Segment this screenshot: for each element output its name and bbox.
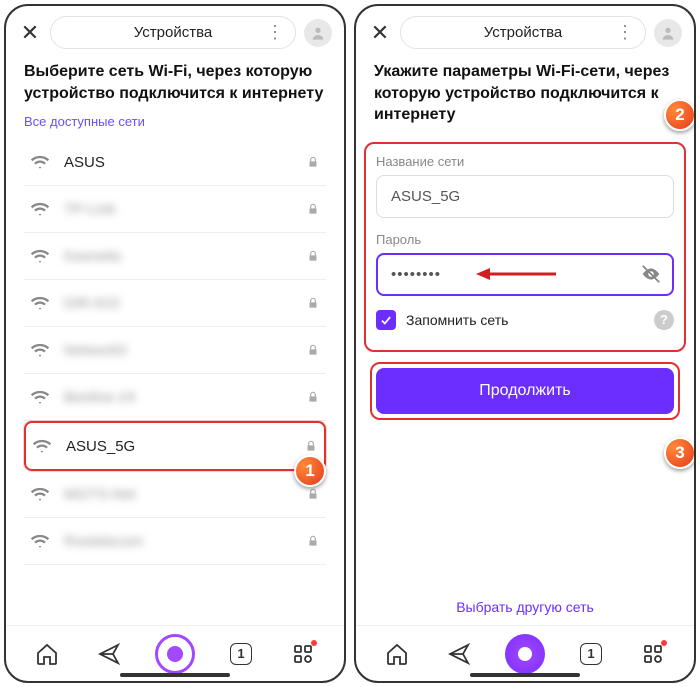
lock-icon [304,439,318,453]
password-input[interactable] [376,253,674,296]
content-area: Выберите сеть Wi-Fi, через которую устро… [6,57,344,625]
page-title: Устройства [134,24,212,41]
wifi-icon [30,293,50,313]
network-item[interactable]: TP-Link [24,186,326,233]
heading: Укажите параметры Wi-Fi-сети, через кото… [374,61,676,126]
lock-icon [306,249,320,263]
nav-alice[interactable] [155,634,195,674]
avatar[interactable] [304,19,332,47]
network-name: MGTS-Net [64,486,306,503]
wifi-icon [30,531,50,551]
nav-tabs[interactable]: 1 [225,638,257,670]
more-icon[interactable]: ⋮ [616,22,633,43]
nav-tabs[interactable]: 1 [575,638,607,670]
nav-menu[interactable] [637,638,669,670]
network-name: ASUS_5G [66,438,304,455]
network-name-group: Название сети [376,154,674,218]
wifi-icon [30,152,50,172]
lock-icon [306,202,320,216]
header: ✕ Устройства ⋮ [356,6,694,57]
lock-icon [306,296,320,310]
home-indicator [120,673,230,677]
network-name-input[interactable] [376,175,674,218]
nav-send[interactable] [443,638,475,670]
network-item[interactable]: Rostelecom [24,518,326,565]
lock-icon [306,487,320,501]
password-label: Пароль [376,232,674,247]
network-item[interactable]: DIR-615 [24,280,326,327]
phone-screen-2: ✕ Устройства ⋮ Укажите параметры Wi-Fi-с… [354,4,696,683]
nav-menu[interactable] [287,638,319,670]
subheading: Все доступные сети [24,114,326,129]
lock-icon [306,343,320,357]
wifi-icon [30,387,50,407]
wifi-icon [30,484,50,504]
network-item[interactable]: ASUS_5G [24,421,326,471]
lock-icon [306,390,320,404]
nav-alice[interactable] [505,634,545,674]
network-item[interactable]: MGTS-Net [24,471,326,518]
callout-2: 2 [664,99,694,131]
network-name: Keenetic [64,248,306,265]
page-title: Устройства [484,24,562,41]
remember-row: Запомнить сеть ? [376,310,674,330]
callout-1: 1 [294,455,326,487]
phone-screen-1: ✕ Устройства ⋮ Выберите сеть Wi-Fi, чере… [4,4,346,683]
content-area: Укажите параметры Wi-Fi-сети, через кото… [356,57,694,625]
home-indicator [470,673,580,677]
network-item[interactable]: Keenetic [24,233,326,280]
nav-send[interactable] [93,638,125,670]
nav-home[interactable] [31,638,63,670]
more-icon[interactable]: ⋮ [266,22,283,43]
remember-checkbox[interactable] [376,310,396,330]
close-icon[interactable]: ✕ [368,20,392,46]
network-item[interactable]: Network5 [24,327,326,374]
network-item[interactable]: Beeline-24 [24,374,326,421]
heading: Выберите сеть Wi-Fi, через которую устро… [24,61,326,104]
network-name: Beeline-24 [64,389,306,406]
network-name: TP-Link [64,201,306,218]
nav-home[interactable] [381,638,413,670]
continue-button[interactable]: Продолжить [376,368,674,414]
header: ✕ Устройства ⋮ [6,6,344,57]
close-icon[interactable]: ✕ [18,20,42,46]
other-network-link[interactable]: Выбрать другую сеть [356,599,694,615]
network-name: ASUS [64,154,306,171]
lock-icon [306,534,320,548]
remember-label: Запомнить сеть [406,312,644,328]
avatar[interactable] [654,19,682,47]
network-name: Rostelecom [64,533,306,550]
visibility-off-icon[interactable] [640,263,662,285]
network-list: ASUS TP-Link Keenetic DIR-615 Network5 Beelin… [24,139,326,565]
callout-3: 3 [664,437,694,469]
page-title-pill[interactable]: Устройства ⋮ [50,16,296,49]
form-highlight: Название сети Пароль [364,142,686,352]
wifi-icon [30,199,50,219]
network-name: Network5 [64,342,306,359]
network-item[interactable]: ASUS [24,139,326,186]
wifi-icon [32,436,52,456]
help-icon[interactable]: ? [654,310,674,330]
lock-icon [306,155,320,169]
wifi-icon [30,246,50,266]
button-highlight: Продолжить [370,362,680,420]
page-title-pill[interactable]: Устройства ⋮ [400,16,646,49]
password-group: Пароль [376,232,674,296]
network-name: DIR-615 [64,295,306,312]
wifi-icon [30,340,50,360]
network-name-label: Название сети [376,154,674,169]
